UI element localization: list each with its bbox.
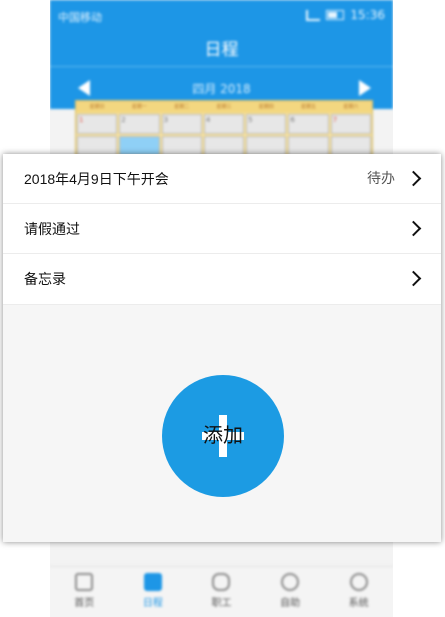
chevron-right-icon	[405, 170, 422, 187]
tab-label: 日程	[142, 598, 163, 609]
tab-staff[interactable]: 职工	[187, 567, 256, 617]
calendar-day-selected[interactable]	[119, 136, 160, 156]
person-icon	[212, 573, 231, 591]
tab-home[interactable]: 首页	[50, 567, 119, 617]
weekday-label: 星期三	[216, 104, 232, 110]
item-status: 待办	[367, 171, 395, 187]
weekday-label: 星期二	[174, 104, 190, 110]
calendar-day[interactable]	[330, 136, 371, 156]
weekday-label: 星期日	[89, 104, 105, 110]
calendar-day[interactable]	[203, 136, 245, 156]
calendar-day[interactable]: 5	[246, 114, 287, 134]
prev-month-icon[interactable]	[78, 80, 90, 96]
item-label: 2018年4月9日下午开会	[24, 171, 169, 187]
home-icon	[75, 573, 94, 591]
add-button[interactable]: 添加	[162, 375, 284, 497]
tab-label: 系统	[348, 598, 369, 609]
clock: 15:36	[350, 8, 385, 22]
month-label: 四月 2018	[192, 81, 251, 96]
weekday-label: 星期一	[131, 104, 147, 110]
chevron-right-icon	[405, 220, 422, 237]
schedule-item-meeting[interactable]: 2018年4月9日下午开会 待办	[3, 154, 441, 204]
signal-icon	[306, 9, 321, 21]
calendar-day[interactable]: 2	[119, 114, 160, 134]
calendar-day[interactable]: 7	[330, 114, 371, 134]
weekday-label: 星期五	[301, 104, 317, 110]
calendar-day[interactable]: 3	[161, 114, 202, 134]
tab-system[interactable]: 系统	[324, 567, 393, 617]
bottom-tab-bar: 首页 日程 职工 自助 系统	[50, 566, 393, 617]
settings-icon	[349, 573, 368, 591]
item-label: 备忘录	[24, 271, 66, 287]
item-label: 请假通过	[24, 221, 80, 237]
carrier-label: 中国移动	[58, 11, 102, 24]
calendar-day[interactable]: 1	[77, 114, 118, 134]
status-icons: 15:36	[306, 8, 385, 22]
tab-schedule[interactable]: 日程	[119, 567, 188, 617]
schedule-item-leave-approved[interactable]: 请假通过	[3, 204, 441, 254]
check-circle-icon	[281, 573, 300, 591]
tab-label: 职工	[211, 598, 232, 609]
chevron-right-icon	[405, 270, 422, 287]
calendar-day[interactable]: 4	[203, 114, 245, 134]
status-bar: 中国移动 15:36	[50, 0, 393, 28]
add-button-label: 添加	[203, 425, 243, 447]
calendar-day[interactable]	[246, 136, 287, 156]
weekday-label: 星期六	[343, 104, 359, 110]
schedule-item-memo[interactable]: 备忘录	[3, 254, 441, 305]
calendar-icon	[143, 573, 162, 591]
tab-label: 首页	[74, 598, 95, 609]
battery-icon	[326, 10, 345, 20]
app-title: 日程	[204, 39, 239, 60]
tab-self-service[interactable]: 自助	[256, 567, 325, 617]
next-month-icon[interactable]	[359, 80, 371, 96]
app-title-bar: 日程	[50, 28, 393, 67]
calendar-week-row: 1 2 3 4 5 6 7	[76, 113, 372, 135]
tab-label: 自助	[280, 598, 301, 609]
calendar-day[interactable]	[288, 136, 329, 156]
calendar-day[interactable]	[161, 136, 202, 156]
calendar-day[interactable]: 6	[288, 114, 329, 134]
schedule-sheet: 2018年4月9日下午开会 待办 请假通过 备忘录 添加	[3, 154, 441, 542]
calendar-day[interactable]	[77, 136, 118, 156]
weekday-row: 星期日 星期一 星期二 星期三 星期四 星期五 星期六	[76, 101, 372, 113]
weekday-label: 星期四	[258, 104, 274, 110]
